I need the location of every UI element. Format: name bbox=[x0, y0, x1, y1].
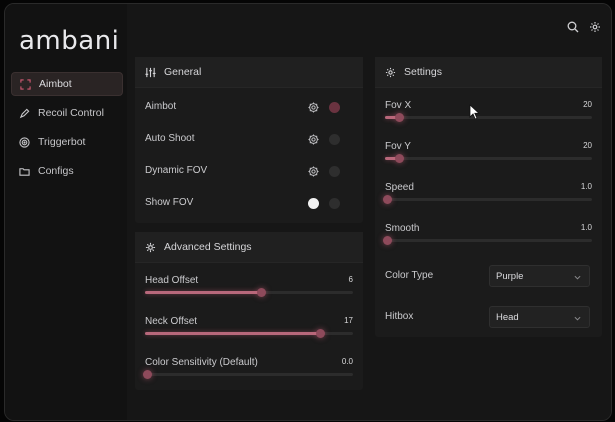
slider-row: Color Sensitivity (Default) 0.0 bbox=[143, 357, 353, 383]
general-row: Show FOV bbox=[145, 197, 353, 211]
slider-track[interactable] bbox=[145, 288, 353, 297]
gear-icon[interactable] bbox=[589, 20, 601, 32]
slider-knob[interactable] bbox=[315, 329, 325, 338]
sidebar-item-label: Recoil Control bbox=[38, 107, 104, 119]
slider-row: Speed 1.0 bbox=[383, 182, 592, 208]
general-row-label: Auto Shoot bbox=[145, 133, 195, 144]
slider-track[interactable] bbox=[385, 113, 592, 122]
sidebar: ambani Aimbot Recoil Control Triggerbot … bbox=[5, 4, 127, 420]
slider-label: Smooth bbox=[385, 223, 420, 234]
slider-track[interactable] bbox=[383, 195, 592, 204]
mouse-cursor-icon bbox=[469, 104, 481, 120]
slider-label: Neck Offset bbox=[145, 316, 198, 327]
general-row: Auto Shoot bbox=[145, 133, 353, 147]
target-icon bbox=[18, 136, 30, 148]
slider-knob[interactable] bbox=[395, 113, 405, 122]
settings-panel: Settings Fov X 20 Fov Y 20 Speed 1.0 Smooth 1.0… bbox=[375, 57, 602, 337]
slider-value: 20 bbox=[583, 100, 592, 109]
slider-value: 17 bbox=[344, 316, 353, 325]
slider-fill bbox=[145, 332, 320, 335]
general-row-label: Aimbot bbox=[145, 101, 177, 112]
slider-track[interactable] bbox=[145, 329, 353, 338]
gear-target-icon bbox=[145, 241, 157, 253]
sidebar-item-aimbot[interactable]: Aimbot bbox=[11, 72, 123, 96]
folder-icon bbox=[18, 165, 30, 177]
select-label: Color Type bbox=[385, 270, 434, 281]
slider-value: 0.0 bbox=[341, 357, 353, 366]
general-row-label: Dynamic FOV bbox=[145, 165, 208, 176]
sidebar-item-recoil-control[interactable]: Recoil Control bbox=[11, 101, 123, 125]
general-panel: General Aimbot Auto Shoot Dynamic FOV Show … bbox=[135, 57, 363, 223]
gear-icon[interactable] bbox=[308, 134, 319, 145]
general-row-label: Show FOV bbox=[145, 197, 194, 208]
crosshair-frame-icon bbox=[19, 78, 31, 90]
slider-track[interactable] bbox=[143, 370, 353, 379]
toggle-switch[interactable] bbox=[308, 198, 319, 209]
slider-label: Fov Y bbox=[385, 141, 411, 152]
sliders-icon bbox=[145, 66, 157, 78]
slider-value: 6 bbox=[348, 275, 353, 284]
advanced-settings-panel: Advanced Settings Head Offset 6 Neck Offse… bbox=[135, 232, 363, 390]
slider-label: Fov X bbox=[385, 100, 412, 111]
sidebar-item-label: Triggerbot bbox=[38, 136, 86, 148]
dropdown-value: Purple bbox=[496, 270, 524, 282]
slider-row: Fov Y 20 bbox=[385, 141, 592, 167]
slider-knob[interactable] bbox=[395, 154, 405, 163]
slider-label: Color Sensitivity (Default) bbox=[145, 357, 258, 368]
slider-value: 1.0 bbox=[580, 182, 592, 191]
dropdown-select[interactable]: Purple bbox=[489, 265, 590, 287]
slider-value: 1.0 bbox=[580, 223, 592, 232]
general-header: General bbox=[135, 57, 363, 88]
slider-row: Fov X 20 bbox=[385, 100, 592, 126]
settings-title: Settings bbox=[404, 66, 442, 78]
slider-value: 20 bbox=[583, 141, 592, 150]
slider-knob[interactable] bbox=[383, 195, 392, 204]
chevron-down-icon bbox=[574, 314, 581, 321]
slider-track[interactable] bbox=[385, 154, 592, 163]
toggle-track bbox=[329, 198, 340, 209]
select-row: Hitbox Head bbox=[385, 306, 592, 328]
slider-knob[interactable] bbox=[383, 236, 392, 245]
sidebar-nav: Aimbot Recoil Control Triggerbot Configs bbox=[11, 72, 123, 188]
slider-track[interactable] bbox=[383, 236, 592, 245]
app-window: ambani Aimbot Recoil Control Triggerbot … bbox=[4, 3, 612, 421]
toggle-switch[interactable] bbox=[329, 166, 340, 177]
gear-icon[interactable] bbox=[308, 166, 319, 177]
gear-icon[interactable] bbox=[308, 102, 319, 113]
dropdown-select[interactable]: Head bbox=[489, 306, 590, 328]
advanced-settings-title: Advanced Settings bbox=[164, 241, 252, 253]
sidebar-item-label: Aimbot bbox=[39, 78, 72, 90]
advanced-settings-header: Advanced Settings bbox=[135, 232, 363, 263]
sidebar-item-triggerbot[interactable]: Triggerbot bbox=[11, 130, 123, 154]
dropdown-value: Head bbox=[496, 311, 519, 323]
slider-row: Head Offset 6 bbox=[145, 275, 353, 301]
slider-fill bbox=[145, 291, 262, 294]
logo: ambani bbox=[19, 26, 120, 56]
slider-row: Neck Offset 17 bbox=[145, 316, 353, 342]
select-label: Hitbox bbox=[385, 311, 414, 322]
toggle-switch[interactable] bbox=[329, 134, 340, 145]
general-row: Aimbot bbox=[145, 101, 353, 115]
pen-icon bbox=[18, 107, 30, 119]
slider-knob[interactable] bbox=[257, 288, 267, 297]
settings-header: Settings bbox=[375, 57, 602, 88]
chevron-down-icon bbox=[574, 273, 581, 280]
top-toolbar bbox=[567, 20, 601, 33]
sidebar-item-label: Configs bbox=[38, 165, 74, 177]
slider-label: Speed bbox=[385, 182, 414, 193]
general-title: General bbox=[164, 66, 202, 78]
select-row: Color Type Purple bbox=[385, 265, 592, 287]
sidebar-item-configs[interactable]: Configs bbox=[11, 159, 123, 183]
search-icon[interactable] bbox=[567, 20, 579, 33]
settings-gear-icon bbox=[385, 66, 397, 78]
slider-label: Head Offset bbox=[145, 275, 199, 286]
general-row: Dynamic FOV bbox=[145, 165, 353, 179]
slider-knob[interactable] bbox=[143, 370, 152, 379]
slider-row: Smooth 1.0 bbox=[383, 223, 592, 249]
toggle-switch[interactable] bbox=[329, 102, 340, 113]
main-content: General Aimbot Auto Shoot Dynamic FOV Show … bbox=[127, 4, 611, 420]
